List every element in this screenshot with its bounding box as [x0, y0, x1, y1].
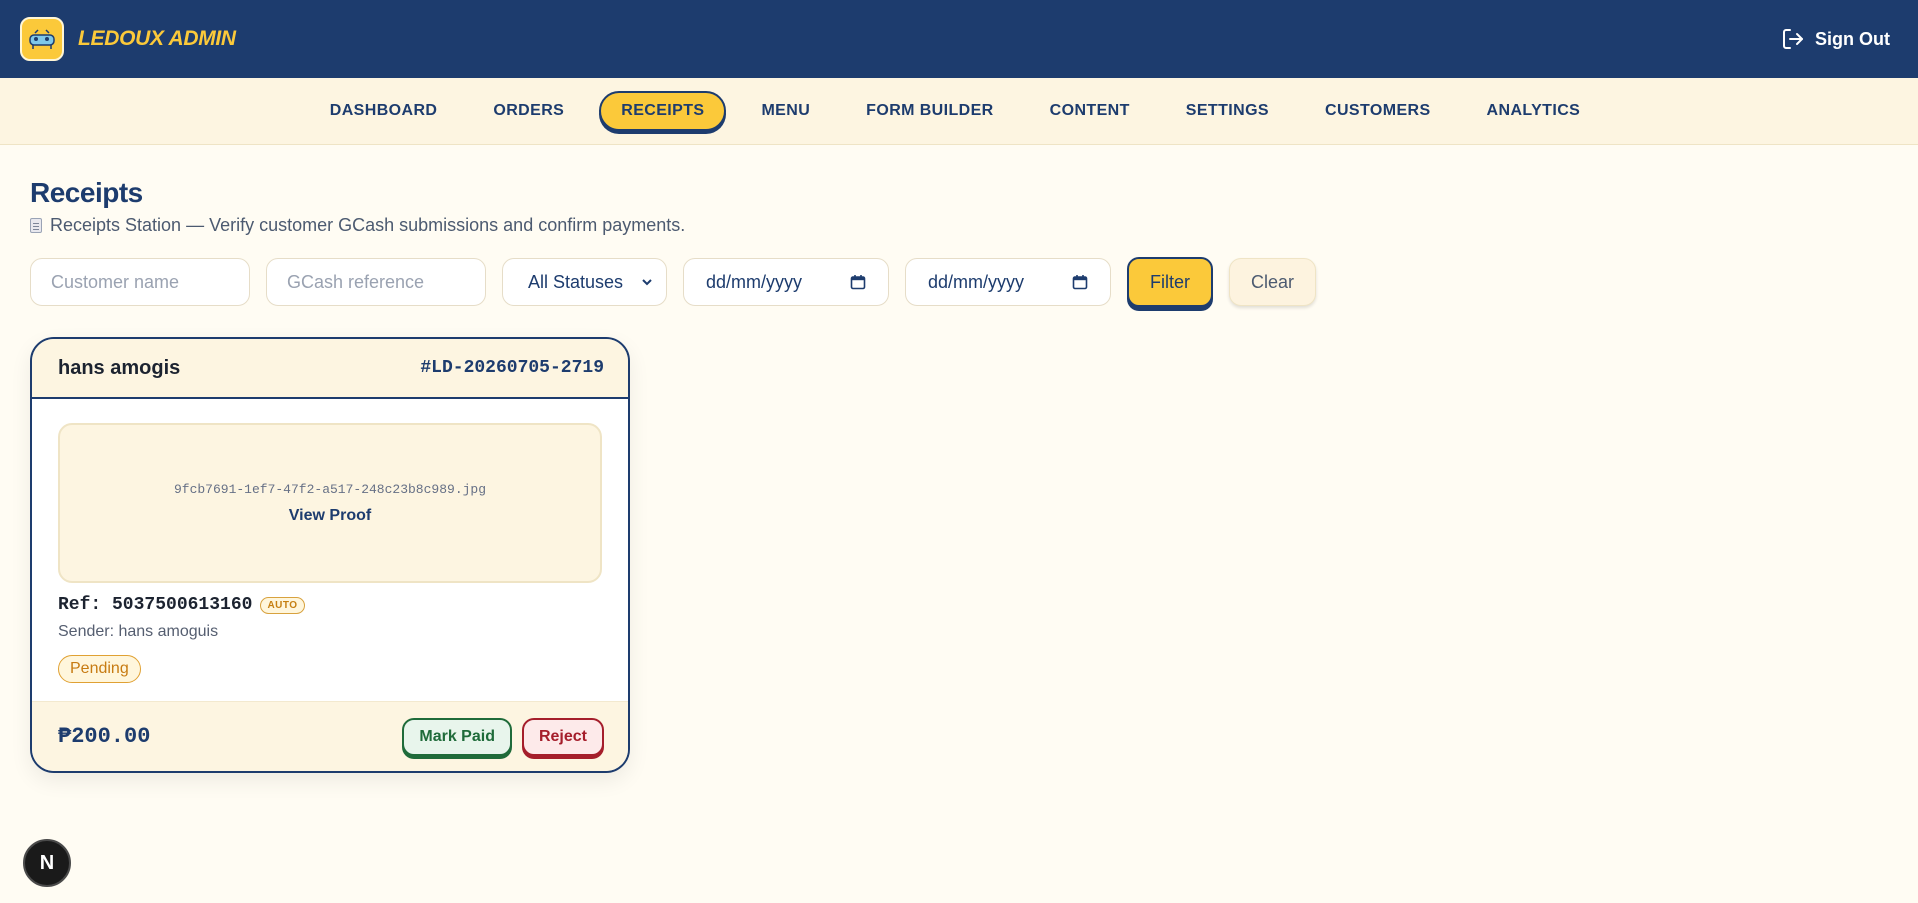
- main-content: Receipts Receipts Station — Verify custo…: [0, 145, 1918, 805]
- date-from-value: dd/mm/yyyy: [706, 271, 803, 292]
- dev-tools-label: N: [39, 851, 55, 874]
- filter-bar: All Statuses dd/mm/yyyy dd/mm/yyyy Filte…: [30, 257, 1888, 307]
- sign-out-label: Sign Out: [1815, 28, 1890, 49]
- status-badge: Pending: [58, 655, 141, 683]
- page-title: Receipts: [30, 177, 143, 208]
- calendar-icon: [1072, 275, 1088, 290]
- sign-out-icon: [1783, 29, 1803, 49]
- date-to-input[interactable]: dd/mm/yyyy: [905, 258, 1111, 306]
- brand-name: LEDOUX ADMIN: [78, 27, 236, 50]
- receipt-icon: [30, 218, 42, 233]
- view-proof-link[interactable]: View Proof: [289, 507, 371, 525]
- reject-button[interactable]: Reject: [521, 717, 604, 756]
- gcash-reference: Ref: 5037500613160: [58, 595, 253, 615]
- auto-badge: AUTO: [260, 596, 305, 614]
- sign-out-button[interactable]: Sign Out: [1781, 27, 1890, 51]
- mark-paid-button[interactable]: Mark Paid: [402, 717, 512, 756]
- page-subtitle-text: Receipts Station — Verify customer GCash…: [50, 215, 686, 235]
- page-subtitle: Receipts Station — Verify customer GCash…: [30, 215, 1888, 236]
- status-select[interactable]: All Statuses: [502, 258, 667, 306]
- nav-item-content[interactable]: CONTENT: [1029, 92, 1151, 130]
- nav-item-form-builder[interactable]: FORM BUILDER: [845, 92, 1014, 130]
- nav-item-dashboard[interactable]: DASHBOARD: [309, 92, 459, 130]
- status-select-value: All Statuses: [528, 271, 624, 292]
- calendar-icon: [850, 275, 866, 290]
- logo-icon: [20, 17, 64, 61]
- receipt-amount: ₱200.00: [58, 724, 151, 749]
- receipt-card-body: 9fcb7691-1ef7-47f2-a517-248c23b8c989.jpg…: [32, 399, 628, 701]
- nav-item-settings[interactable]: SETTINGS: [1165, 92, 1290, 130]
- nav-item-customers[interactable]: CUSTOMERS: [1304, 92, 1452, 130]
- customer-name: hans amogis: [58, 356, 181, 379]
- dev-tools-button[interactable]: N: [23, 839, 71, 887]
- proof-preview[interactable]: 9fcb7691-1ef7-47f2-a517-248c23b8c989.jpg…: [58, 423, 602, 583]
- date-from-input[interactable]: dd/mm/yyyy: [683, 258, 889, 306]
- nav-item-receipts[interactable]: RECEIPTS: [599, 91, 727, 131]
- receipt-card-footer: ₱200.00 Mark Paid Reject: [32, 701, 628, 771]
- chevron-down-icon: [642, 279, 652, 286]
- nav-item-analytics[interactable]: ANALYTICS: [1466, 92, 1602, 130]
- receipt-actions: Mark Paid Reject: [402, 717, 604, 756]
- main-nav: DASHBOARD ORDERS RECEIPTS MENU FORM BUIL…: [0, 78, 1918, 145]
- nav-list: DASHBOARD ORDERS RECEIPTS MENU FORM BUIL…: [309, 91, 1601, 131]
- clear-button[interactable]: Clear: [1229, 258, 1317, 306]
- order-id: #LD-20260705-2719: [420, 358, 604, 378]
- proof-filename: 9fcb7691-1ef7-47f2-a517-248c23b8c989.jpg: [173, 481, 487, 497]
- nav-item-orders[interactable]: ORDERS: [472, 92, 585, 130]
- top-bar: LEDOUX ADMIN Sign Out: [0, 0, 1918, 78]
- sender-name: Sender: hans amoguis: [58, 623, 219, 640]
- date-to-value: dd/mm/yyyy: [928, 271, 1025, 292]
- gcash-reference-input[interactable]: [266, 258, 486, 306]
- brand[interactable]: LEDOUX ADMIN: [20, 17, 236, 61]
- filter-button[interactable]: Filter: [1127, 257, 1213, 307]
- reference-row: Ref: 5037500613160 AUTO: [58, 595, 602, 615]
- receipt-card-header: hans amogis #LD-20260705-2719: [32, 339, 628, 399]
- customer-name-input[interactable]: [30, 258, 250, 306]
- receipt-card: hans amogis #LD-20260705-2719 9fcb7691-1…: [30, 337, 630, 773]
- nav-item-menu[interactable]: MENU: [740, 92, 831, 130]
